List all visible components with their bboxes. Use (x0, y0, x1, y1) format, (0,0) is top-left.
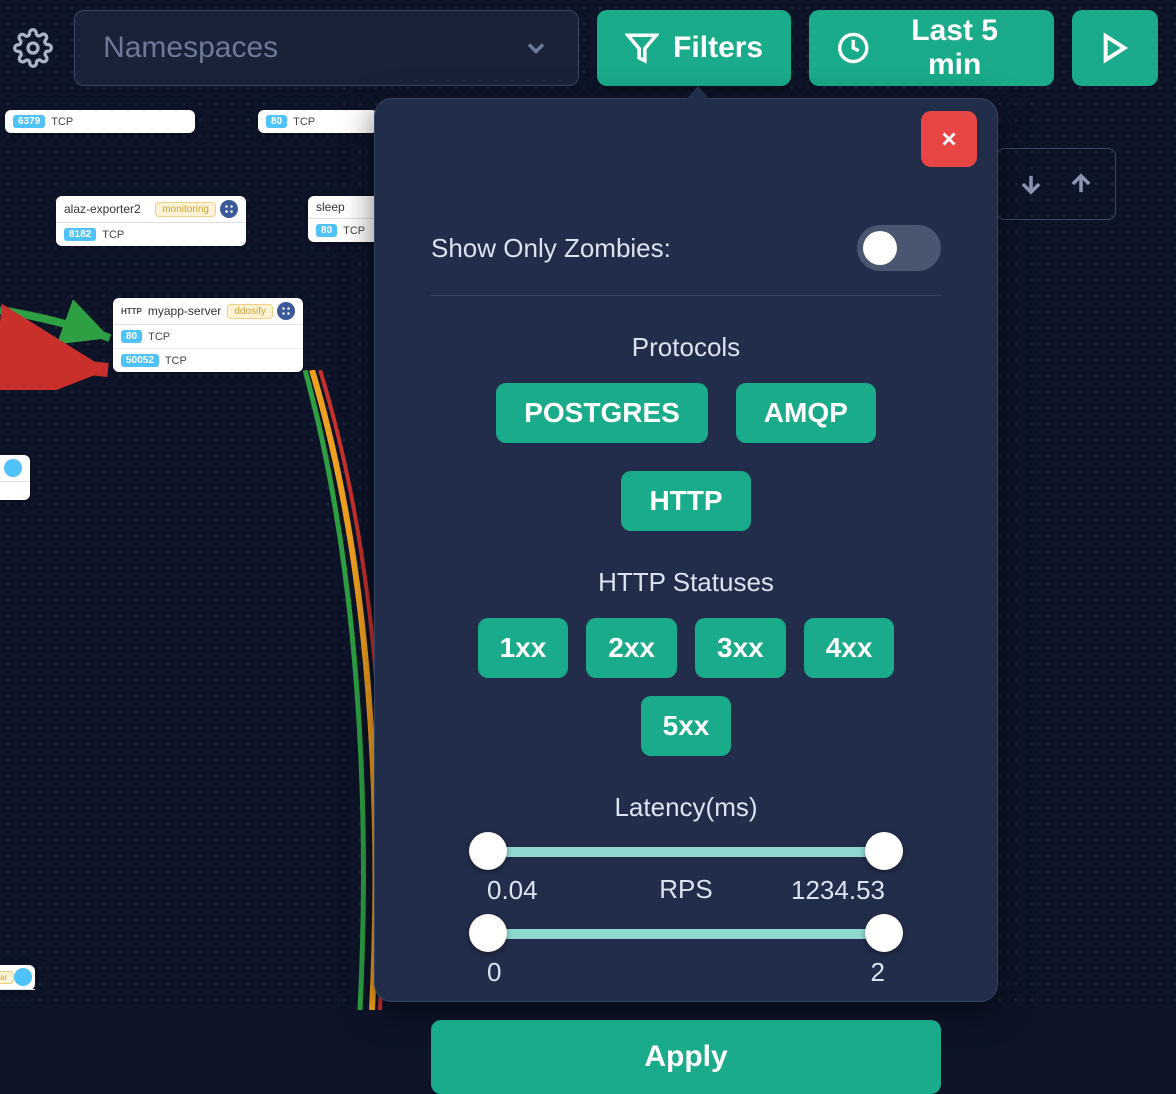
protocol-chip-http[interactable]: HTTP (621, 471, 750, 531)
namespace-badge: ddosify (227, 304, 273, 319)
node-title: sleep (316, 200, 345, 214)
namespace-select[interactable]: Namespaces (74, 10, 579, 86)
status-chip-2xx[interactable]: 2xx (586, 618, 677, 678)
zombies-toggle[interactable] (857, 225, 941, 271)
protocol-text: TCP (293, 116, 315, 128)
protocol-text: TCP (102, 229, 124, 241)
filters-label: Filters (673, 31, 763, 65)
protocol-text: TCP (148, 331, 170, 343)
modal-pointer (684, 86, 712, 102)
rps-handle-max[interactable] (865, 914, 903, 952)
latency-max: 1234.53 (791, 875, 885, 906)
rps-slider[interactable] (487, 929, 885, 939)
filters-button[interactable]: Filters (597, 10, 791, 86)
arrow-up-icon[interactable] (1067, 163, 1095, 205)
graph-node[interactable] (0, 455, 30, 500)
protocols-title: Protocols (431, 332, 941, 363)
latency-slider[interactable] (487, 847, 885, 857)
namespace-placeholder: Namespaces (103, 31, 278, 65)
protocol-text: TCP (165, 355, 187, 367)
protocol-text: TCP (343, 225, 365, 237)
time-range-button[interactable]: Last 5 min (809, 10, 1054, 86)
latency-handle-min[interactable] (469, 832, 507, 870)
node-type-icon (14, 968, 32, 986)
port-chip: 80 (266, 115, 287, 128)
port-chip: 50052 (121, 354, 159, 367)
status-chip-1xx[interactable]: 1xx (478, 618, 569, 678)
rps-min: 0 (487, 957, 501, 988)
graph-node[interactable]: ar (0, 965, 35, 990)
node-type-icon (277, 302, 295, 320)
status-chip-5xx[interactable]: 5xx (641, 696, 732, 756)
port-chip: 80 (121, 330, 142, 343)
zombies-label: Show Only Zombies: (431, 233, 671, 264)
port-chip: 6379 (13, 115, 45, 128)
rps-handle-min[interactable] (469, 914, 507, 952)
status-chip-3xx[interactable]: 3xx (695, 618, 786, 678)
toggle-knob (863, 231, 897, 265)
rps-max: 2 (871, 957, 885, 988)
node-title: myapp-server (148, 304, 221, 318)
namespace-badge: monitoring (155, 202, 216, 217)
play-button[interactable] (1072, 10, 1158, 86)
graph-node[interactable]: 80 TCP (258, 110, 378, 133)
latency-handle-max[interactable] (865, 832, 903, 870)
arrow-down-icon[interactable] (1017, 163, 1045, 205)
port-chip: 8182 (64, 228, 96, 241)
node-title: alaz-exporter2 (64, 202, 141, 216)
graph-node-myapp[interactable]: HTTP myapp-server ddosify 80 TCP 50052 T… (113, 298, 303, 372)
graph-node[interactable]: 6379 TCP (5, 110, 195, 133)
protocol-text: TCP (51, 116, 73, 128)
apply-button[interactable]: Apply (431, 1020, 941, 1094)
statuses-title: HTTP Statuses (431, 567, 941, 598)
close-button[interactable] (921, 111, 977, 167)
filter-icon (625, 31, 659, 65)
graph-node-alaz[interactable]: alaz-exporter2 monitoring 8182 TCP (56, 196, 246, 246)
filters-modal: Show Only Zombies: Protocols POSTGRES AM… (374, 98, 998, 1002)
clock-icon (837, 31, 870, 65)
latency-title: Latency(ms) (431, 792, 941, 823)
port-chip: 80 (316, 224, 337, 237)
gear-icon (13, 28, 53, 68)
sort-arrows-panel (996, 148, 1116, 220)
settings-button[interactable] (10, 24, 56, 72)
protocol-chip-amqp[interactable]: AMQP (736, 383, 876, 443)
lat ency-min: 0.04 (487, 875, 538, 906)
http-badge: HTTP (121, 307, 142, 316)
protocol-chip-postgres[interactable]: POSTGRES (496, 383, 708, 443)
node-type-icon (220, 200, 238, 218)
play-icon (1099, 32, 1131, 64)
time-range-label: Last 5 min (884, 14, 1026, 82)
close-icon (938, 128, 960, 150)
chevron-down-icon (522, 34, 550, 62)
node-type-icon (4, 459, 22, 477)
status-chip-4xx[interactable]: 4xx (804, 618, 895, 678)
